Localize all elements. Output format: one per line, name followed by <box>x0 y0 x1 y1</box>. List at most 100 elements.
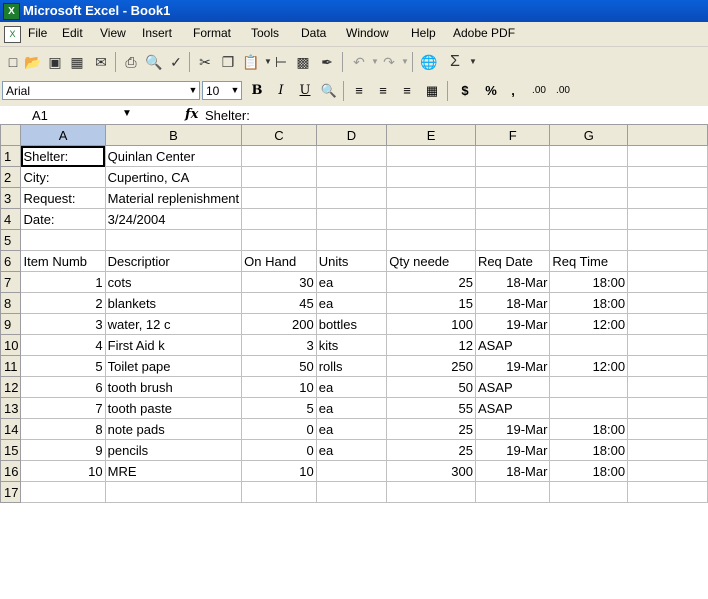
cell-d3[interactable] <box>315 187 388 209</box>
cell-b4[interactable]: 3/24/2004 <box>104 208 243 230</box>
spelling-icon[interactable]: ✓ <box>167 53 185 71</box>
cell-a2[interactable]: City: <box>20 166 106 188</box>
format-painter-icon[interactable]: ✒ <box>318 53 336 71</box>
italic-button[interactable]: I <box>272 82 290 100</box>
cell-e2[interactable] <box>386 166 476 188</box>
cell-d16[interactable] <box>315 460 388 482</box>
cell-h7[interactable] <box>627 271 708 293</box>
cell-a16[interactable]: 10 <box>20 460 106 482</box>
cell-c13[interactable]: 5 <box>241 397 317 419</box>
insert-function-icon[interactable]: fx <box>185 107 198 122</box>
column-header-g[interactable]: G <box>549 124 629 146</box>
cell-h6[interactable] <box>627 250 708 272</box>
cell-e14[interactable]: 25 <box>386 418 476 440</box>
cell-g7[interactable]: 18:00 <box>549 271 629 293</box>
cell-f5[interactable] <box>474 229 551 251</box>
column-header-c[interactable]: C <box>241 124 317 146</box>
currency-button[interactable]: $ <box>456 82 474 100</box>
cell-a8[interactable]: 2 <box>20 292 106 314</box>
decrease-decimal-button[interactable]: .00 <box>552 82 574 100</box>
align-right-icon[interactable]: ≡ <box>398 82 416 100</box>
cell-h2[interactable] <box>627 166 708 188</box>
cell-d8[interactable]: ea <box>315 292 388 314</box>
cell-b5[interactable] <box>104 229 243 251</box>
menu-data[interactable]: Data <box>301 26 326 40</box>
cell-c14[interactable]: 0 <box>241 418 317 440</box>
row-header[interactable]: 5 <box>0 229 22 251</box>
cell-f4[interactable] <box>474 208 551 230</box>
row-header[interactable]: 9 <box>0 313 22 335</box>
menu-view[interactable]: View <box>100 26 126 40</box>
cell-a4[interactable]: Date: <box>20 208 106 230</box>
cell-f13[interactable]: ASAP <box>474 397 551 419</box>
cell-c10[interactable]: 3 <box>241 334 317 356</box>
cell-e4[interactable] <box>386 208 476 230</box>
cell-f14[interactable]: 19-Mar <box>474 418 551 440</box>
align-left-icon[interactable]: ≡ <box>350 82 368 100</box>
cell-f17[interactable] <box>474 481 551 503</box>
cell-c5[interactable] <box>241 229 317 251</box>
cell-a17[interactable] <box>20 481 106 503</box>
save-icon[interactable]: ▣ <box>46 53 64 71</box>
print-preview-icon[interactable]: 🔍 <box>145 53 163 71</box>
cell-e6[interactable]: Qty neede <box>386 250 476 272</box>
cell-d7[interactable]: ea <box>315 271 388 293</box>
cell-f2[interactable] <box>474 166 551 188</box>
cell-a14[interactable]: 8 <box>20 418 106 440</box>
menu-insert[interactable]: Insert <box>142 26 172 40</box>
cell-a15[interactable]: 9 <box>20 439 106 461</box>
cell-d9[interactable]: bottles <box>315 313 388 335</box>
cell-b14[interactable]: note pads <box>104 418 243 440</box>
menu-format[interactable]: Format <box>193 26 231 40</box>
cell-b1[interactable]: Quinlan Center <box>104 145 243 167</box>
cell-b11[interactable]: Toilet pape <box>104 355 243 377</box>
cell-c9[interactable]: 200 <box>241 313 317 335</box>
row-header[interactable]: 12 <box>0 376 22 398</box>
cell-b12[interactable]: tooth brush <box>104 376 243 398</box>
cell-c8[interactable]: 45 <box>241 292 317 314</box>
cell-b2[interactable]: Cupertino, CA <box>104 166 243 188</box>
underline-button[interactable]: U <box>296 82 314 100</box>
cell-a10[interactable]: 4 <box>20 334 106 356</box>
row-header[interactable]: 4 <box>0 208 22 230</box>
cell-c3[interactable] <box>241 187 317 209</box>
workbook-icon[interactable]: X <box>4 26 21 43</box>
select-all-corner[interactable] <box>0 124 22 146</box>
cell-f12[interactable]: ASAP <box>474 376 551 398</box>
cell-g11[interactable]: 12:00 <box>549 355 629 377</box>
cell-h8[interactable] <box>627 292 708 314</box>
new-icon[interactable]: □ <box>4 53 22 71</box>
formula-input[interactable]: Shelter: <box>205 108 250 123</box>
cell-h5[interactable] <box>627 229 708 251</box>
cell-f16[interactable]: 18-Mar <box>474 460 551 482</box>
cell-e16[interactable]: 300 <box>386 460 476 482</box>
cell-f11[interactable]: 19-Mar <box>474 355 551 377</box>
cell-e5[interactable] <box>386 229 476 251</box>
column-header-b[interactable]: B <box>104 124 243 146</box>
cell-f10[interactable]: ASAP <box>474 334 551 356</box>
cell-c6[interactable]: On Hand <box>241 250 317 272</box>
cell-f7[interactable]: 18-Mar <box>474 271 551 293</box>
cell-e11[interactable]: 250 <box>386 355 476 377</box>
cell-g5[interactable] <box>549 229 629 251</box>
cell-h3[interactable] <box>627 187 708 209</box>
autosum-dropdown-icon[interactable]: ▼ <box>464 53 482 71</box>
cell-b17[interactable] <box>104 481 243 503</box>
cell-e9[interactable]: 100 <box>386 313 476 335</box>
insert-table-icon[interactable]: ⊢ <box>272 53 290 71</box>
permission-icon[interactable]: ▦ <box>68 53 86 71</box>
cell-b3[interactable]: Material replenishment <box>104 187 243 209</box>
increase-decimal-button[interactable]: .00 <box>528 82 550 100</box>
cell-d4[interactable] <box>315 208 388 230</box>
align-center-icon[interactable]: ≡ <box>374 82 392 100</box>
cell-e7[interactable]: 25 <box>386 271 476 293</box>
row-header[interactable]: 8 <box>0 292 22 314</box>
cell-e12[interactable]: 50 <box>386 376 476 398</box>
cell-e13[interactable]: 55 <box>386 397 476 419</box>
menu-help[interactable]: Help <box>411 26 436 40</box>
cell-c12[interactable]: 10 <box>241 376 317 398</box>
cell-g13[interactable] <box>549 397 629 419</box>
bold-button[interactable]: B <box>248 82 266 100</box>
cell-b16[interactable]: MRE <box>104 460 243 482</box>
autosum-icon[interactable]: Σ <box>446 53 464 71</box>
